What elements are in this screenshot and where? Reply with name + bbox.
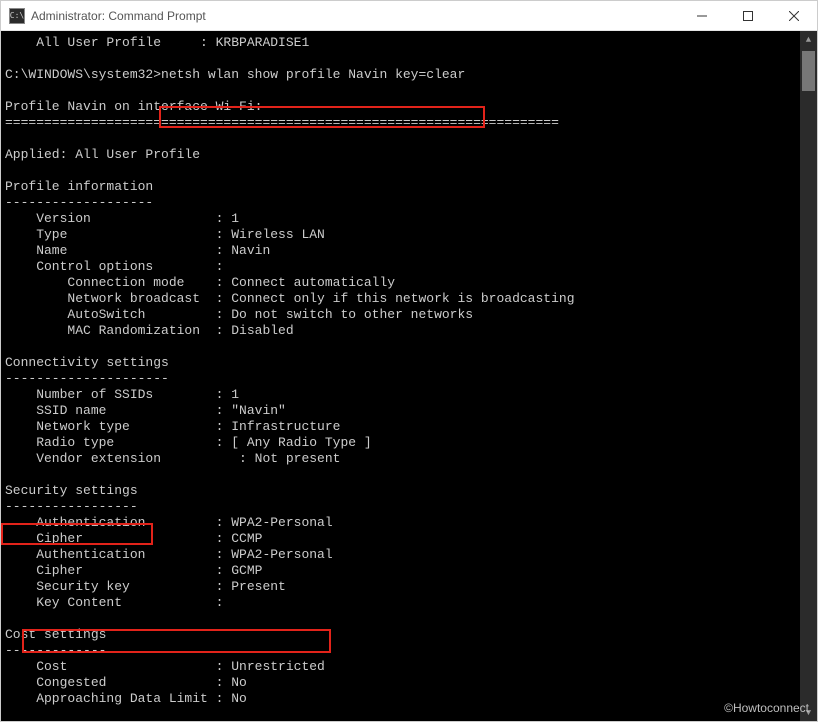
- output-line: -----------------: [5, 499, 138, 514]
- output-line: Authentication : WPA2-Personal: [5, 547, 333, 562]
- close-icon: [789, 11, 799, 21]
- terminal-output[interactable]: All User Profile : KRBPARADISE1 C:\WINDO…: [1, 31, 800, 721]
- command-prompt-window: C:\ Administrator: Command Prompt All Us…: [0, 0, 818, 722]
- output-line: Network broadcast : Connect only if this…: [5, 291, 575, 306]
- output-line: Cipher : CCMP: [5, 531, 262, 546]
- titlebar[interactable]: C:\ Administrator: Command Prompt: [1, 1, 817, 31]
- output-line: C:\WINDOWS\system32>netsh wlan show prof…: [5, 67, 465, 82]
- output-line: Version : 1: [5, 211, 239, 226]
- close-button[interactable]: [771, 1, 817, 31]
- output-line: Profile information: [5, 179, 153, 194]
- output-line: -------------: [5, 643, 106, 658]
- scroll-up-arrow-icon[interactable]: ▲: [800, 31, 817, 48]
- output-line: Profile Navin on interface Wi-Fi:: [5, 99, 262, 114]
- output-line: Cost settings: [5, 627, 106, 642]
- watermark: ©Howtoconnect: [724, 701, 809, 715]
- output-line: MAC Randomization : Disabled: [5, 323, 294, 338]
- output-line: Cost : Unrestricted: [5, 659, 325, 674]
- minimize-icon: [697, 11, 707, 21]
- output-line: Security key : Present: [5, 579, 286, 594]
- output-line: Cipher : GCMP: [5, 563, 262, 578]
- scroll-thumb[interactable]: [802, 51, 815, 91]
- output-line: Vendor extension : Not present: [5, 451, 340, 466]
- output-line: Network type : Infrastructure: [5, 419, 340, 434]
- vertical-scrollbar[interactable]: ▲ ▼: [800, 31, 817, 721]
- output-line: Connectivity settings: [5, 355, 169, 370]
- output-line: Security settings: [5, 483, 138, 498]
- output-line: SSID name : "Navin": [5, 403, 286, 418]
- output-line: Applied: All User Profile: [5, 147, 200, 162]
- window-title: Administrator: Command Prompt: [31, 9, 206, 23]
- output-line: Connection mode : Connect automatically: [5, 275, 395, 290]
- output-line: Name : Navin: [5, 243, 270, 258]
- output-line: -------------------: [5, 195, 153, 210]
- output-line: Number of SSIDs : 1: [5, 387, 239, 402]
- terminal-area: All User Profile : KRBPARADISE1 C:\WINDO…: [1, 31, 817, 721]
- output-line: Key Content :: [5, 595, 231, 610]
- output-line: Congested : No: [5, 675, 247, 690]
- redaction-mark: [201, 621, 331, 641]
- maximize-icon: [743, 11, 753, 21]
- app-icon-glyph: C:\: [10, 11, 24, 20]
- maximize-button[interactable]: [725, 1, 771, 31]
- output-line: Control options :: [5, 259, 223, 274]
- app-icon: C:\: [9, 8, 25, 24]
- output-line: AutoSwitch : Do not switch to other netw…: [5, 307, 473, 322]
- output-line: Approaching Data Limit : No: [5, 691, 247, 706]
- output-line: ---------------------: [5, 371, 169, 386]
- minimize-button[interactable]: [679, 1, 725, 31]
- output-line: Authentication : WPA2-Personal: [5, 515, 333, 530]
- output-line: ========================================…: [5, 115, 559, 130]
- output-line: All User Profile : KRBPARADISE1: [5, 35, 309, 50]
- output-line: Type : Wireless LAN: [5, 227, 325, 242]
- output-line: Radio type : [ Any Radio Type ]: [5, 435, 372, 450]
